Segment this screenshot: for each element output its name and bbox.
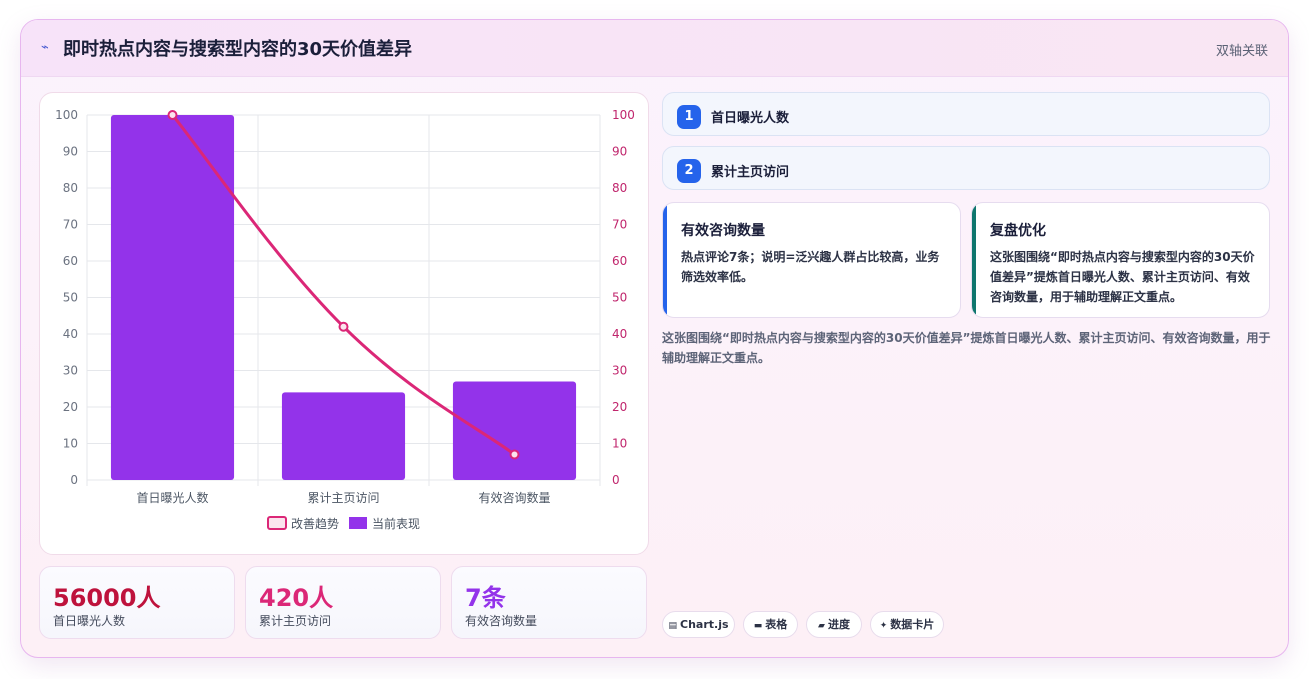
y-tick-label: 90 — [63, 145, 78, 159]
chip-label: 表格 — [765, 618, 788, 631]
stat-label: 累计主页访问 — [259, 614, 332, 628]
y2-tick-label: 80 — [612, 181, 627, 195]
y2-tick-label: 10 — [612, 437, 627, 451]
legend-swatch-bar — [349, 517, 367, 529]
chip-data-card[interactable]: ✦ 数据卡片 — [870, 611, 944, 638]
bar — [281, 392, 406, 480]
note-body: 这张图围绕“即时热点内容与搜索型内容的30天价值差异”提炼首日曝光人数、累计主页… — [990, 250, 1255, 304]
stat-label: 首日曝光人数 — [53, 614, 126, 628]
dual-axis-chart: 0 0 10 10 20 20 30 30 40 40 50 50 60 60 70 70 80 80 90 90 10… — [55, 108, 635, 531]
step-label: 首日曝光人数 — [711, 111, 790, 126]
chip-label: Chart.js — [680, 618, 729, 631]
y-tick-label: 80 — [63, 181, 78, 195]
step-number: 1 — [677, 105, 701, 129]
note-accent-bar — [972, 203, 976, 317]
chart-icon: ▤ — [668, 621, 677, 631]
main-card: ⌁ 即时热点内容与搜索型内容的30天价值差异 双轴关联 0 0 10 10 20 20 30… — [20, 19, 1289, 658]
bar — [452, 381, 577, 480]
chip-chartjs[interactable]: ▤ Chart.js — [662, 611, 735, 638]
legend-swatch-line — [267, 516, 287, 530]
note-body: 热点评论7条；说明=泛兴趣人群占比较高，业务筛选效率低。 — [681, 250, 940, 284]
summary-text: 这张图围绕“即时热点内容与搜索型内容的30天价值差异”提炼首日曝光人数、累计主页… — [662, 331, 1271, 365]
x-tick-label: 累计主页访问 — [307, 491, 379, 505]
y2-tick-label: 100 — [612, 108, 635, 122]
legend-label: 改善趋势 — [291, 516, 339, 531]
stat-card-exposure: 56000人 首日曝光人数 — [39, 566, 235, 639]
y2-tick-label: 70 — [612, 218, 627, 232]
trend-icon: ⌁ — [41, 40, 49, 55]
table-icon: ▬ — [753, 621, 763, 631]
y-tick-label: 10 — [63, 437, 78, 451]
sparkle-icon: ✦ — [879, 621, 888, 631]
stat-label: 有效咨询数量 — [465, 614, 538, 628]
step-number: 2 — [677, 159, 701, 183]
y-tick-label: 70 — [63, 218, 78, 232]
x-tick-label: 首日曝光人数 — [136, 490, 208, 505]
x-tick-label: 有效咨询数量 — [478, 490, 550, 505]
progress-icon: ▰ — [818, 621, 825, 631]
chart-container: 0 0 10 10 20 20 30 30 40 40 50 50 60 60 70 70 80 80 90 90 10… — [39, 92, 649, 555]
stat-value: 420人 — [259, 584, 334, 612]
chip-progress[interactable]: ▰ 进度 — [806, 611, 862, 638]
chip-label: 数据卡片 — [890, 618, 935, 631]
card-header: ⌁ 即时热点内容与搜索型内容的30天价值差异 双轴关联 — [21, 20, 1288, 77]
note-title: 复盘优化 — [990, 223, 1046, 239]
y2-tick-label: 60 — [612, 254, 627, 268]
stat-card-inquiries: 7条 有效咨询数量 — [451, 566, 647, 639]
note-title: 有效咨询数量 — [681, 223, 765, 239]
y-tick-label: 100 — [55, 108, 78, 122]
header-tag: 双轴关联 — [1215, 44, 1268, 59]
y2-tick-label: 0 — [612, 473, 620, 487]
legend-label: 当前表现 — [372, 516, 420, 531]
chip-table[interactable]: ▬ 表格 — [743, 611, 798, 638]
note-card-inquiries: 有效咨询数量 热点评论7条；说明=泛兴趣人群占比较高，业务筛选效率低。 — [662, 202, 961, 318]
stat-value: 7条 — [465, 584, 506, 612]
y2-tick-label: 40 — [612, 327, 627, 341]
page-title: 即时热点内容与搜索型内容的30天价值差异 — [63, 39, 413, 60]
y2-tick-label: 50 — [612, 291, 627, 305]
y-tick-label: 40 — [63, 327, 78, 341]
y2-tick-label: 30 — [612, 364, 627, 378]
note-card-review: 复盘优化 这张图围绕“即时热点内容与搜索型内容的30天价值差异”提炼首日曝光人数… — [971, 202, 1270, 318]
step-item-1[interactable]: 1 首日曝光人数 — [662, 92, 1270, 136]
note-accent-bar — [663, 203, 667, 317]
y2-tick-label: 90 — [612, 145, 627, 159]
trend-point — [338, 321, 349, 332]
stat-value: 56000人 — [53, 584, 161, 612]
y-tick-label: 0 — [70, 473, 78, 487]
y-tick-label: 30 — [63, 364, 78, 378]
trend-point — [167, 110, 178, 120]
stat-card-visits: 420人 累计主页访问 — [245, 566, 441, 639]
y-tick-label: 60 — [63, 254, 78, 268]
y-tick-label: 20 — [63, 400, 78, 414]
y2-tick-label: 20 — [612, 400, 627, 414]
chip-label: 进度 — [827, 618, 850, 631]
y-tick-label: 50 — [63, 291, 78, 305]
trend-point — [509, 449, 520, 460]
step-label: 累计主页访问 — [711, 165, 790, 180]
step-item-2[interactable]: 2 累计主页访问 — [662, 146, 1270, 190]
